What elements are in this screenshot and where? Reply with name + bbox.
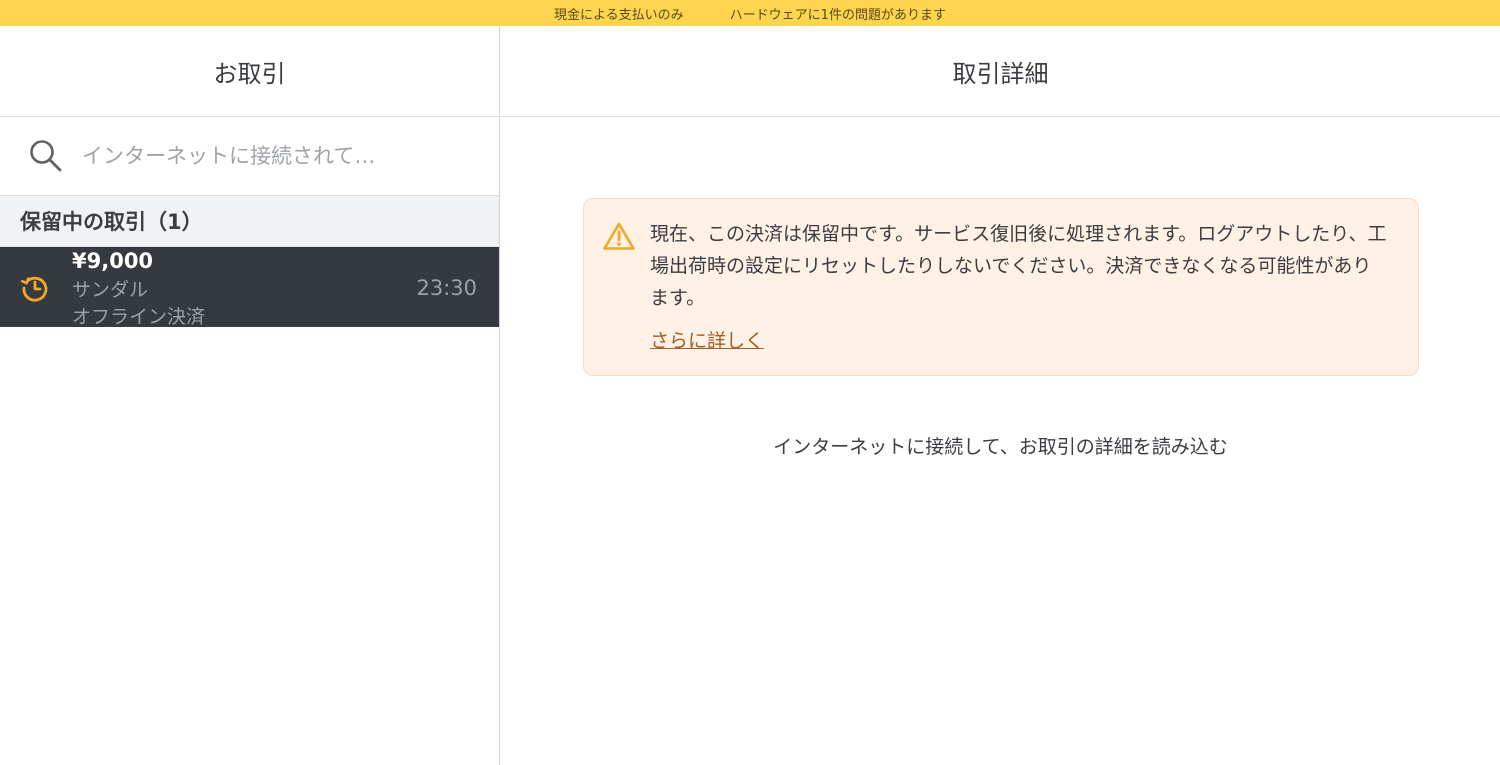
- pending-notice: 現在、この決済は保留中です。サービス復旧後に処理されます。ログアウトしたり、工場…: [583, 198, 1419, 376]
- pending-section-label: 保留中の取引（1）: [20, 210, 203, 234]
- details-title: 取引詳細: [952, 59, 1049, 88]
- transaction-time: 23:30: [416, 276, 477, 300]
- pending-section-header: 保留中の取引（1）: [0, 196, 499, 247]
- warning-icon: [603, 222, 635, 250]
- cash-only-status: 現金による支払いのみ: [554, 7, 684, 23]
- page-title: お取引: [213, 59, 286, 88]
- transaction-item: サンダル: [72, 279, 149, 301]
- hardware-issue-status[interactable]: ハードウェアに1件の問題があります: [730, 4, 946, 23]
- transactions-pane: お取引 保留中の取引（1） ¥9,000 サンダル オフライン決済 23:30: [0, 26, 500, 765]
- status-bar: 現金による支払いのみ ハードウェアに1件の問題があります: [0, 0, 1500, 26]
- search-icon: [30, 140, 62, 172]
- connect-message: インターネットに接続して、お取引の詳細を読み込む: [773, 436, 1228, 458]
- transaction-row[interactable]: ¥9,000 サンダル オフライン決済 23:30: [0, 247, 499, 328]
- search-input[interactable]: [82, 144, 412, 168]
- pending-clock-icon: [20, 276, 48, 302]
- details-header: 取引詳細: [501, 26, 1500, 117]
- notice-text: 現在、この決済は保留中です。サービス復旧後に処理されます。ログアウトしたり、工場…: [650, 223, 1387, 309]
- details-pane: 取引詳細 現在、この決済は保留中です。サービス復旧後に処理されます。ログアウトし…: [501, 26, 1500, 765]
- transaction-amount: ¥9,000: [72, 249, 154, 273]
- transactions-header: お取引: [0, 26, 499, 117]
- learn-more-link[interactable]: さらに詳しく: [650, 326, 764, 353]
- transaction-type: オフライン決済: [72, 306, 206, 328]
- search-bar: [0, 117, 499, 196]
